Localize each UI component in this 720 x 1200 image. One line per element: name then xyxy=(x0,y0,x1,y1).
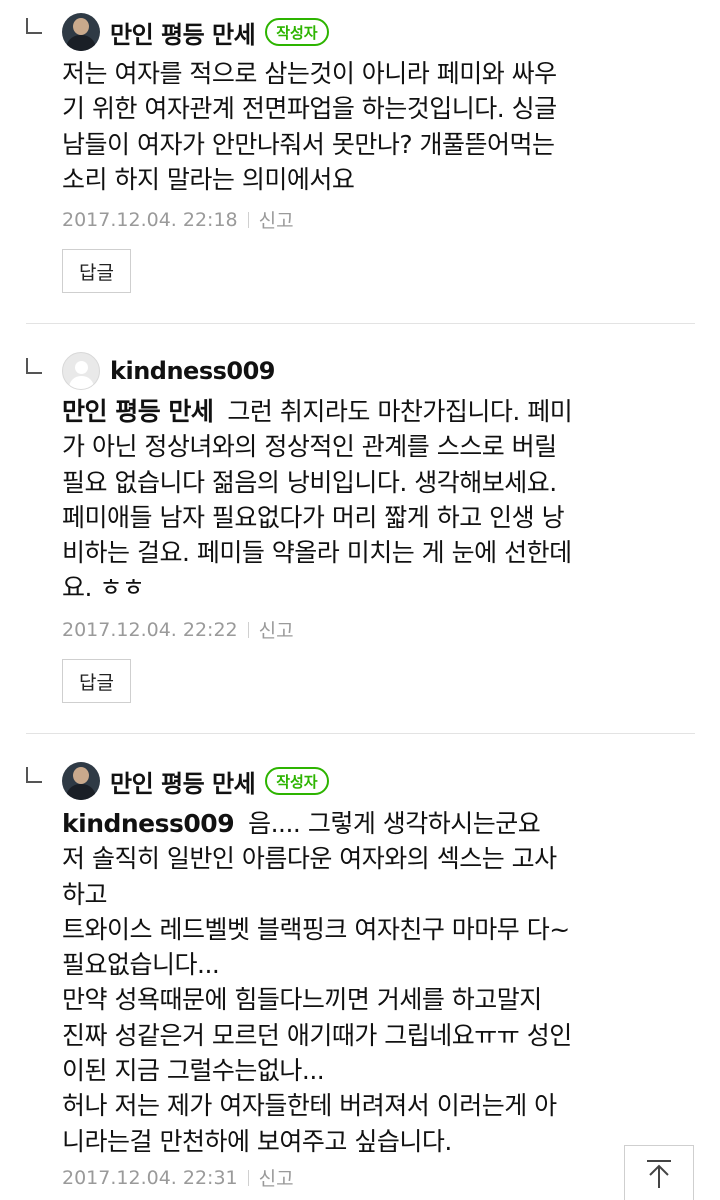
comment-header: 만인 평등 만세 작성자 xyxy=(62,12,329,52)
arrow-up-icon xyxy=(647,1160,671,1188)
meta-divider xyxy=(247,1169,249,1186)
mention-tag[interactable]: 만인 평등 만세 xyxy=(62,397,214,426)
timestamp: 2017.12.04. 22:18 xyxy=(62,208,238,231)
comment-body: 그런 취지라도 마찬가집니다. 페미 가 아닌 정상녀와의 정상적인 관계를 스… xyxy=(62,397,573,603)
comment-list: 만인 평등 만세 작성자 저는 여자를 적으로 삼는것이 아니라 페미와 싸우 … xyxy=(0,0,720,1200)
author-name[interactable]: kindness009 xyxy=(110,357,275,385)
comment-meta: 2017.12.04. 22:18 신고 xyxy=(62,206,294,233)
report-link[interactable]: 신고 xyxy=(259,206,294,233)
reply-button[interactable]: 답글 xyxy=(62,249,131,293)
author-name[interactable]: 만인 평등 만세 xyxy=(110,15,256,50)
avatar[interactable] xyxy=(62,352,100,390)
mention-tag[interactable]: kindness009 xyxy=(62,809,235,838)
report-link[interactable]: 신고 xyxy=(259,616,294,643)
author-badge: 작성자 xyxy=(265,767,329,795)
author-name[interactable]: 만인 평등 만세 xyxy=(110,764,256,799)
comment-divider xyxy=(26,733,695,734)
reply-arrow-icon xyxy=(26,18,42,34)
report-link[interactable]: 신고 xyxy=(259,1164,294,1191)
meta-divider xyxy=(247,621,249,638)
comment-text: 저는 여자를 적으로 삼는것이 아니라 페미와 싸우 기 위한 여자관계 전면파… xyxy=(62,59,557,194)
reply-arrow-icon xyxy=(26,767,42,783)
comment-body: 음.... 그렇게 생각하시는군요 저 솔직히 일반인 아름다운 여자와의 섹스… xyxy=(62,809,572,1156)
timestamp: 2017.12.04. 22:31 xyxy=(62,1166,238,1189)
comment-header: 만인 평등 만세 작성자 xyxy=(62,761,329,801)
comment-meta: 2017.12.04. 22:31 신고 xyxy=(62,1164,294,1191)
meta-divider xyxy=(247,211,249,228)
comment-header: kindness009 xyxy=(62,351,275,391)
scroll-top-button[interactable] xyxy=(624,1145,694,1200)
timestamp: 2017.12.04. 22:22 xyxy=(62,618,238,641)
avatar[interactable] xyxy=(62,13,100,51)
reply-button[interactable]: 답글 xyxy=(62,659,131,703)
comment-meta: 2017.12.04. 22:22 신고 xyxy=(62,616,294,643)
reply-arrow-icon xyxy=(26,358,42,374)
comment-text: 만인 평등 만세 그런 취지라도 마찬가집니다. 페미 가 아닌 정상녀와의 정상… xyxy=(62,394,702,606)
avatar[interactable] xyxy=(62,762,100,800)
author-badge: 작성자 xyxy=(265,18,329,46)
comment-divider xyxy=(26,323,695,324)
comment-text: kindness009 음.... 그렇게 생각하시는군요 저 솔직히 일반인 아… xyxy=(62,806,702,1159)
